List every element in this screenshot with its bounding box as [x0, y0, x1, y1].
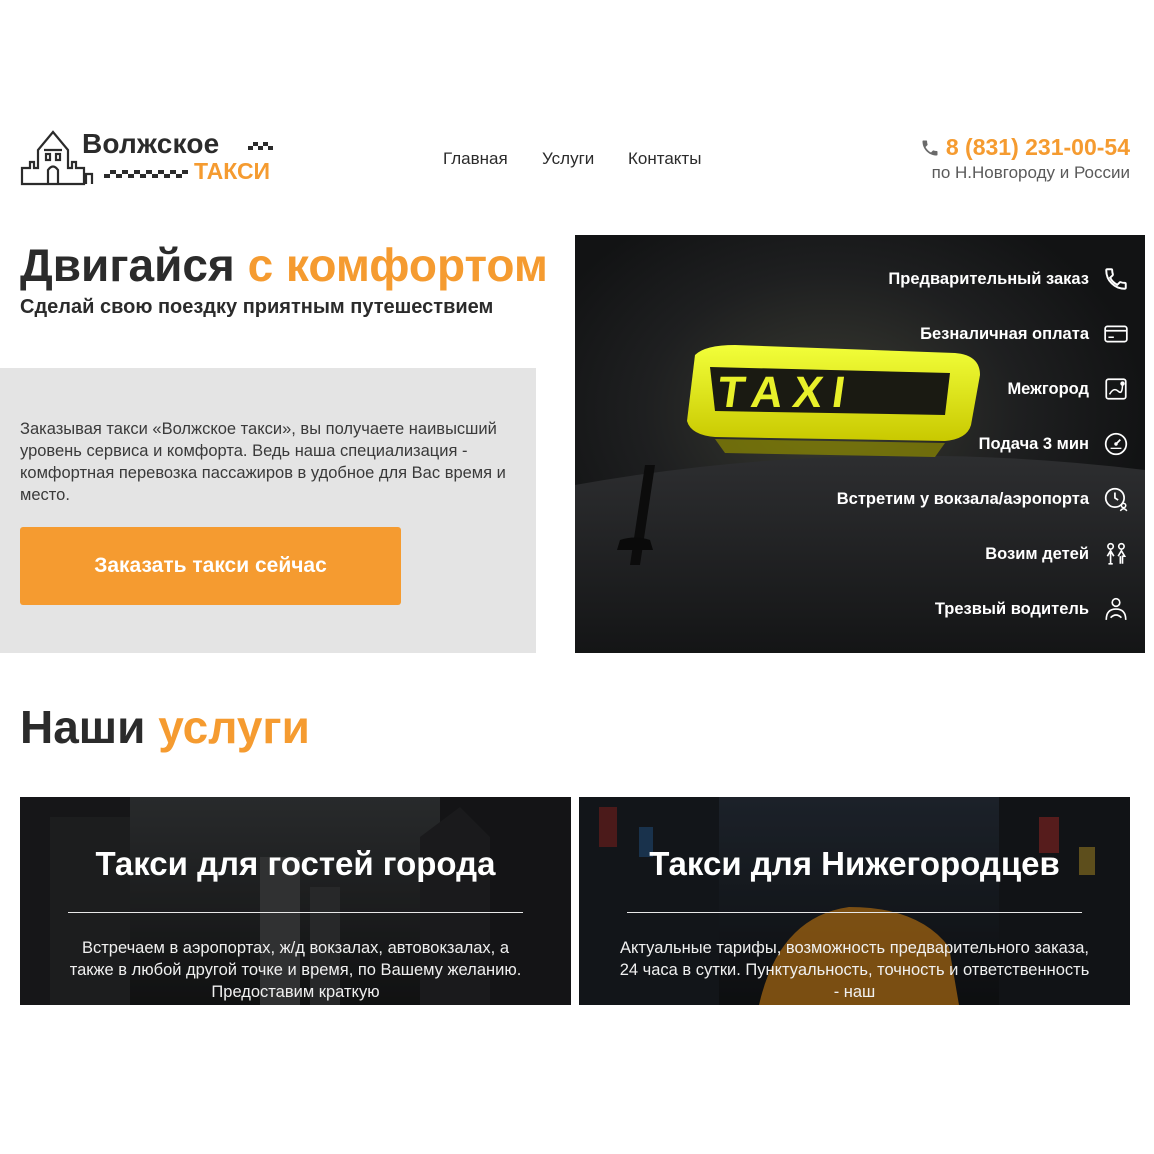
phone-number[interactable]: 8 (831) 231-00-54	[946, 134, 1130, 161]
taxi-sign-text: TAXI	[714, 368, 858, 417]
phone-icon	[922, 140, 938, 155]
feature-preorder: Предварительный заказ	[888, 266, 1129, 292]
nav-contacts[interactable]: Контакты	[628, 149, 701, 169]
feature-meet-station: Встретим у вокзала/аэропорта	[837, 486, 1129, 512]
credit-card-icon	[1104, 325, 1128, 343]
hero-taxi-photo: TAXI Предварительный заказ Безналичная о…	[575, 235, 1145, 653]
map-route-icon	[1105, 378, 1127, 400]
service-card-text: Актуальные тарифы, возможность предварит…	[619, 939, 1090, 1001]
feature-arrival-time: Подача 3 мин	[979, 431, 1129, 457]
divider	[68, 912, 523, 913]
logo-title: Волжское	[82, 128, 220, 159]
logo-subtitle: ТАКСИ	[194, 158, 271, 184]
service-card-guests[interactable]: Такси для гостей города Встречаем в аэро…	[20, 797, 571, 1005]
feature-cashless: Безналичная оплата	[920, 321, 1129, 347]
children-icon	[1106, 542, 1127, 565]
hero-title: Двигайся с комфортом	[20, 239, 548, 291]
services-title: Наши услуги	[20, 701, 310, 753]
service-card-title: Такси для гостей города	[95, 845, 496, 882]
feature-children: Возим детей	[985, 541, 1129, 567]
phone-link[interactable]: 8 (831) 231-00-54	[920, 134, 1130, 161]
nav-home[interactable]: Главная	[443, 149, 508, 169]
hero-subtitle: Сделай свою поездку приятным путешествие…	[20, 296, 494, 318]
phone-icon	[1105, 268, 1127, 290]
divider	[627, 912, 1082, 913]
hero-description: Заказывая такси «Волжское такси», вы пол…	[20, 420, 506, 504]
nav-services[interactable]: Услуги	[542, 149, 594, 169]
service-card-locals[interactable]: Такси для Нижегородцев Актуальные тарифы…	[579, 797, 1130, 1005]
clock-person-icon	[1104, 487, 1128, 512]
feature-intercity: Межгород	[1007, 376, 1129, 402]
driver-icon	[1105, 597, 1127, 620]
order-taxi-button[interactable]: Заказать такси сейчас	[20, 527, 401, 605]
feature-sober-driver: Трезвый водитель	[935, 596, 1129, 622]
speedometer-icon	[1104, 432, 1128, 456]
phone-region: по Н.Новгороду и России	[931, 163, 1130, 182]
hero-info-panel	[0, 368, 536, 653]
service-card-title: Такси для Нижегородцев	[649, 845, 1060, 882]
service-card-text: Встречаем в аэропортах, ж/д вокзалах, ав…	[69, 939, 522, 1001]
